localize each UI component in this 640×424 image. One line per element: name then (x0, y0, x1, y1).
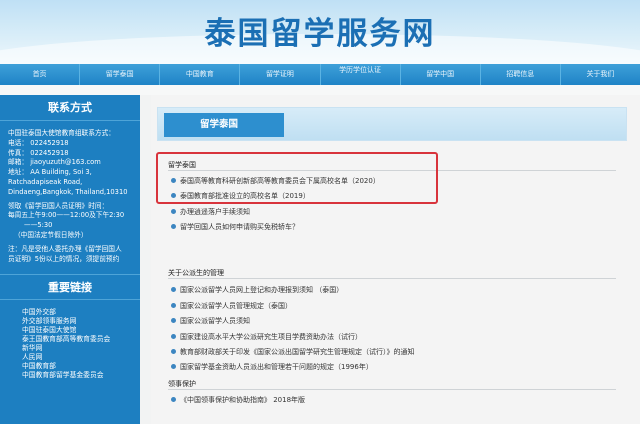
hours-line: （中国法定节假日除外） (14, 230, 88, 239)
contact-fax: 传真： 022452918 (8, 148, 69, 157)
sidebar-link[interactable]: 中国驻泰国大使馆 (22, 326, 140, 335)
main-content: 留学泰国 留学泰国 泰国高等教育科研创新部高等教育委员会下属高校名单（2020）… (151, 95, 640, 424)
contact-info: 中国驻泰国大使馆教育组联系方式： 电话： 022452918 传真： 02245… (0, 121, 140, 198)
appointment-notice: 注：凡是受他人委托办理《留学回国人 员证明》5份以上的情况，须提前预约 (0, 241, 140, 265)
hours-line: 领取《留学回国人员证明》时间： (8, 201, 109, 210)
highlight-annotation-box (156, 152, 438, 204)
section-tab-bar: 留学泰国 (157, 107, 627, 141)
list-item-link[interactable]: 《中国领事保护和协助指南》 2018年版 (180, 396, 305, 404)
contact-address: 地址： AA Building, Soi 3, (8, 168, 92, 177)
nav-item-study-certificate[interactable]: 留学证明 (240, 64, 321, 85)
pickup-hours: 领取《留学回国人员证明》时间： 每周五上午9:00——12:00及下午2:30 … (0, 198, 140, 241)
site-title: 泰国留学服务网 (204, 16, 436, 52)
list-item[interactable]: 留学回国人员如何申请购买免税轿车？ (171, 222, 299, 232)
contact-heading: 联系方式 (0, 95, 140, 121)
bullet-icon (171, 317, 176, 323)
list-item-link[interactable]: 办理逍遥落户手续须知 (180, 208, 250, 216)
section-divider (168, 389, 616, 390)
bullet-icon (171, 286, 176, 292)
notice-line: 员证明》5份以上的情况，须提前预约 (8, 254, 120, 263)
nav-item-study-china[interactable]: 留学中国 (401, 64, 481, 85)
list-item[interactable]: 国家公派留学人员网上登记和办理报到须知 （泰国） (171, 285, 343, 295)
list-item[interactable]: 国家公派留学人员管理规定（泰国） (171, 301, 292, 311)
hours-line: ——5:30 (24, 221, 53, 230)
links-heading: 重要链接 (0, 274, 140, 301)
list-item[interactable]: 教育部财政部关于印发《国家公派出国留学研究生管理规定（试行）》的通知 (171, 347, 415, 357)
nav-item-home[interactable]: 首页 (0, 64, 81, 85)
list-item-link[interactable]: 教育部财政部关于印发《国家公派出国留学研究生管理规定（试行）》的通知 (180, 348, 415, 356)
list-item[interactable]: 《中国领事保护和协助指南》 2018年版 (171, 395, 305, 405)
sidebar-link[interactable]: 外交部领事服务网 (22, 317, 140, 326)
sidebar-link[interactable]: 中国教育部留学基金委员会 (22, 371, 140, 380)
list-item-link[interactable]: 国家建设高水平大学公派研究生项目学费资助办法（试行） (180, 333, 362, 341)
nav-item-jobs[interactable]: 招聘信息 (481, 64, 561, 85)
list-item-link[interactable]: 国家公派留学人员须知 (180, 317, 250, 325)
list-item[interactable]: 办理逍遥落户手续须知 (171, 207, 250, 217)
bullet-icon (171, 223, 176, 229)
sidebar: 联系方式 中国驻泰国大使馆教育组联系方式： 电话： 022452918 传真： … (0, 95, 140, 424)
nav-item-china-education[interactable]: 中国教育 (160, 64, 241, 85)
contact-address: Ratchadapiseak Road, (8, 177, 83, 186)
list-item[interactable]: 国家公派留学人员须知 (171, 316, 250, 326)
nav-spacer (0, 85, 640, 95)
nav-item-degree-verification[interactable]: 学历学位认证 (321, 64, 401, 85)
contact-address: Dindaeng,Bangkok, Thailand,10310 (8, 187, 128, 196)
links-list: 中国外交部 外交部领事服务网 中国驻泰国大使馆 泰王国教育部高等教育委员会 新华… (0, 300, 140, 380)
nav-item-about[interactable]: 关于我们 (561, 64, 640, 85)
bullet-icon (171, 333, 176, 339)
main-nav: 首页 留学泰国 中国教育 留学证明 学历学位认证 留学中国 招聘信息 关于我们 (0, 64, 640, 85)
hours-line: 每周五上午9:00——12:00及下午2:30 (8, 211, 125, 220)
nav-item-study-thailand[interactable]: 留学泰国 (80, 64, 161, 85)
list-item-link[interactable]: 国家公派留学人员管理规定（泰国） (180, 302, 292, 310)
bullet-icon (171, 348, 176, 354)
bullet-icon (171, 302, 176, 308)
bullet-icon (171, 396, 176, 402)
list-item-link[interactable]: 国家留学基金资助人员派出和管理若干问题的规定（1996年） (180, 363, 373, 371)
list-item-link[interactable]: 留学回国人员如何申请购买免税轿车？ (180, 223, 299, 231)
sidebar-link[interactable]: 新华网 (22, 344, 140, 353)
tab-study-thailand[interactable]: 留学泰国 (164, 113, 284, 137)
site-banner: 泰国留学服务网 (0, 0, 640, 64)
bullet-icon (171, 363, 176, 369)
list-item[interactable]: 国家建设高水平大学公派研究生项目学费资助办法（试行） (171, 332, 362, 342)
sidebar-link[interactable]: 中国教育部 (22, 362, 140, 371)
contact-email[interactable]: 邮箱： jiaoyuzuth@163.com (8, 158, 134, 168)
notice-line: 注：凡是受他人委托办理《留学回国人 (8, 244, 122, 253)
sidebar-link[interactable]: 人民网 (22, 353, 140, 362)
section-title: 关于公派生的管理 (168, 269, 224, 277)
bullet-icon (171, 208, 176, 214)
section-divider (168, 278, 616, 279)
contact-phone: 电话： 022452918 (8, 138, 69, 147)
contact-line: 中国驻泰国大使馆教育组联系方式： (8, 129, 115, 137)
sidebar-link[interactable]: 泰王国教育部高等教育委员会 (22, 335, 140, 344)
list-item[interactable]: 国家留学基金资助人员派出和管理若干问题的规定（1996年） (171, 362, 373, 372)
sidebar-link[interactable]: 中国外交部 (22, 308, 140, 317)
list-item-link[interactable]: 国家公派留学人员网上登记和办理报到须知 （泰国） (180, 286, 343, 294)
section-title: 领事保护 (168, 380, 196, 388)
